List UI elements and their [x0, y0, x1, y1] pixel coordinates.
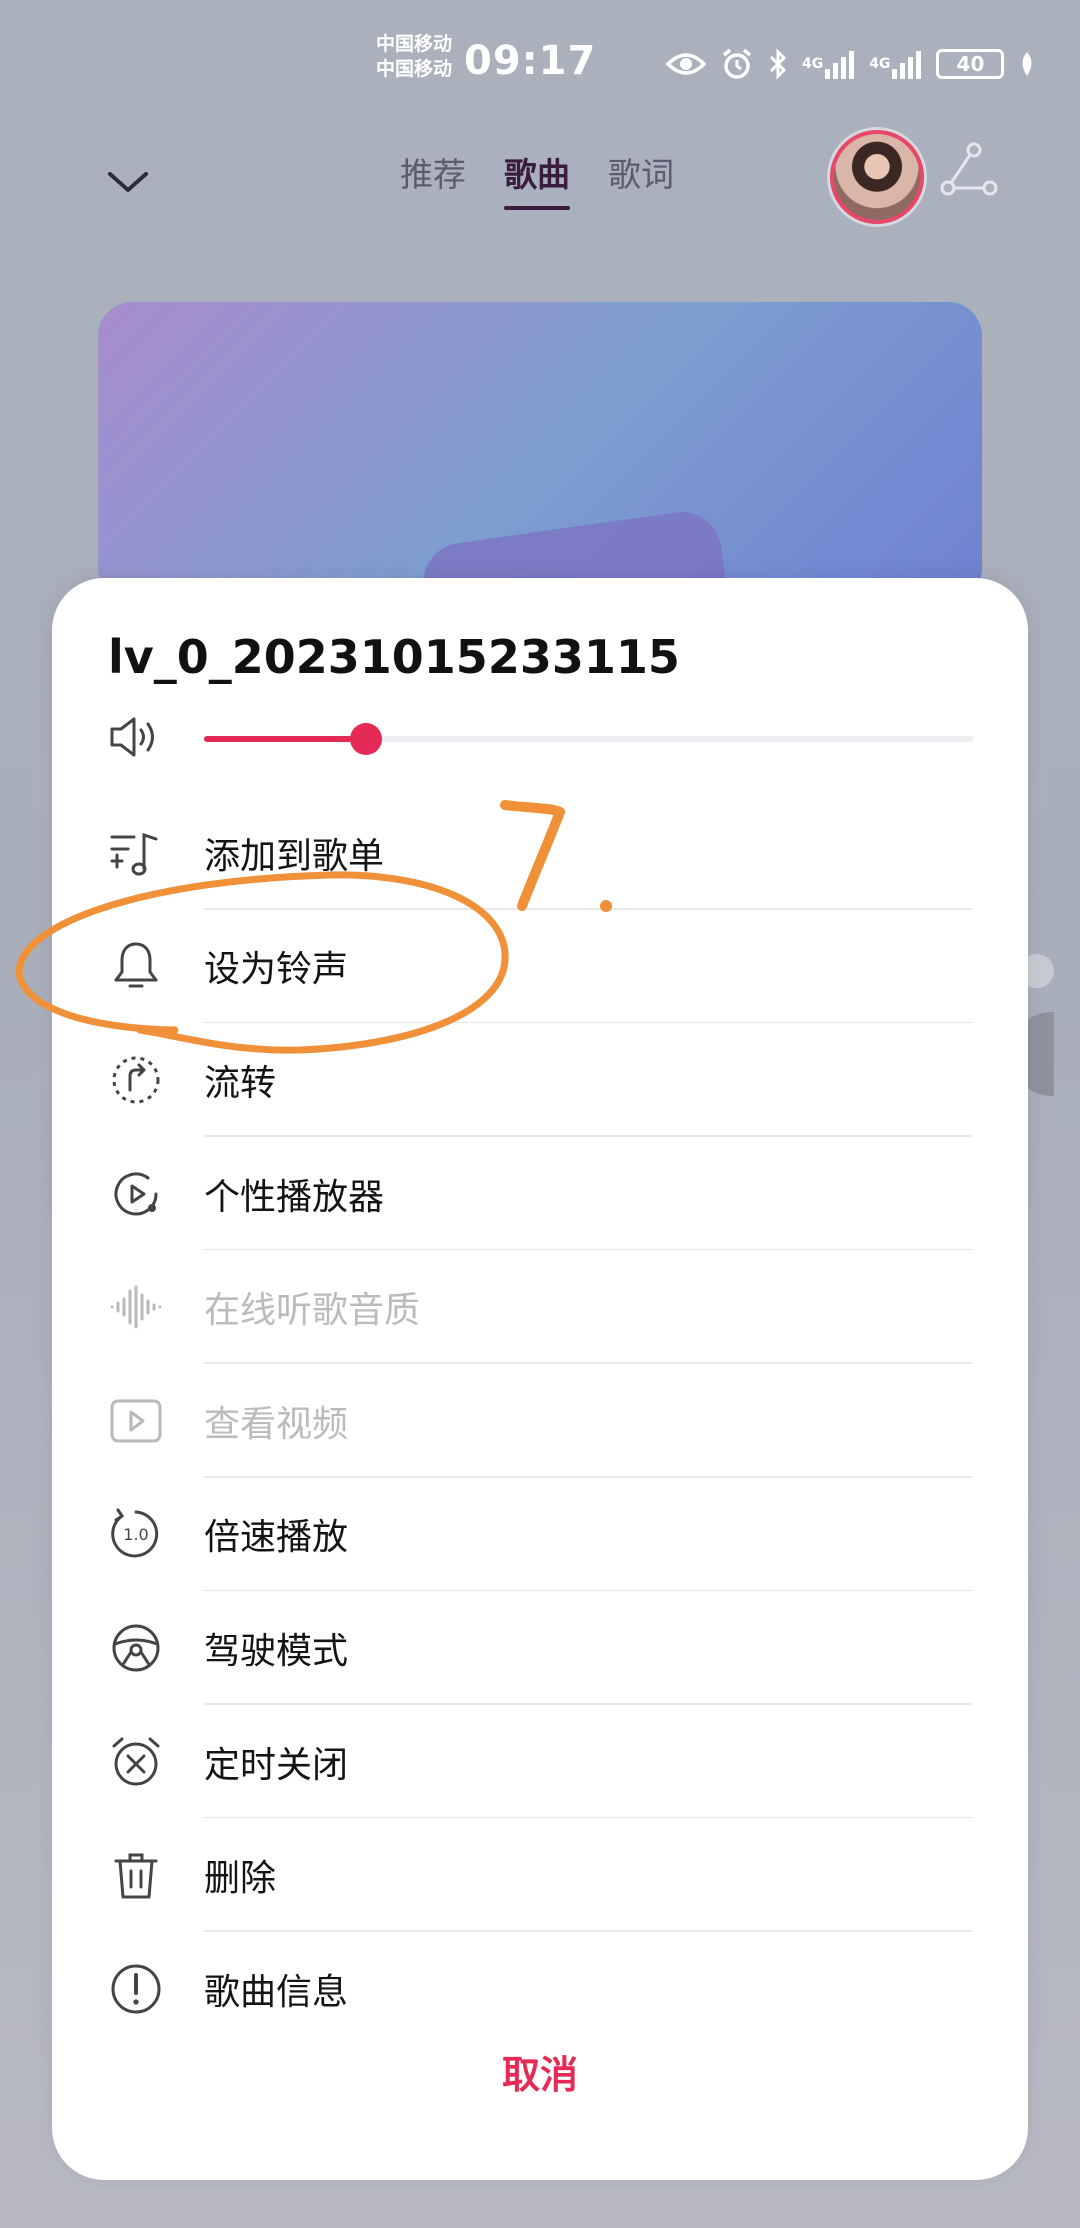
cancel-button[interactable]: 取消	[52, 2044, 1028, 2099]
chevron-down-icon[interactable]	[104, 158, 152, 206]
share-icon[interactable]	[938, 140, 998, 200]
volume-slider-fill	[204, 736, 366, 742]
menu-item-transfer[interactable]: 流转	[52, 1023, 1028, 1137]
album-art	[98, 302, 982, 602]
menu-item-audio-quality: 在线听歌音质	[52, 1250, 1028, 1364]
menu-item-label: 个性播放器	[204, 1176, 385, 1218]
menu-item-custom-player[interactable]: 个性播放器	[52, 1137, 1028, 1251]
menu-item-sleep-timer[interactable]: 定时关闭	[52, 1705, 1028, 1819]
song-title: lv_0_20231015233115	[108, 630, 680, 684]
add-to-playlist-icon	[110, 832, 158, 876]
custom-player-icon	[114, 1172, 158, 1215]
menu-item-label: 设为铃声	[204, 949, 349, 991]
menu-item-set-ringtone[interactable]: 设为铃声	[52, 910, 1028, 1024]
menu-item-add-to-playlist[interactable]: 添加到歌单	[52, 796, 1028, 910]
menu-item-label: 添加到歌单	[204, 835, 385, 877]
status-bar: 中国移动 中国移动 09:17 4G 4G 40	[0, 0, 1080, 130]
carrier-2: 中国移动	[376, 58, 453, 80]
menu-item-label: 歌曲信息	[204, 1971, 349, 2013]
leaf-icon	[1018, 50, 1036, 78]
sound-wave-icon	[110, 1285, 162, 1329]
status-icons: 4G 4G 40	[666, 44, 1036, 84]
options-menu: 添加到歌单 设为铃声 流转 个性播放器 在线听歌音质 查看视频 1.0 倍速播放…	[52, 796, 1028, 2046]
more-options-sheet: lv_0_20231015233115 添加到歌单 设为铃声 流转 个性播放器	[52, 578, 1028, 2180]
menu-item-song-info[interactable]: 歌曲信息	[52, 1932, 1028, 2046]
tab-recommend[interactable]: 推荐	[400, 148, 466, 210]
tab-lyrics[interactable]: 歌词	[608, 148, 674, 210]
menu-item-label: 查看视频	[204, 1403, 349, 1445]
tab-song[interactable]: 歌曲	[504, 148, 570, 210]
volume-slider[interactable]	[204, 723, 974, 755]
alarm-icon	[720, 47, 754, 81]
clock: 09:17	[464, 38, 597, 84]
volume-icon	[110, 717, 154, 757]
signal-2: 4G	[869, 49, 922, 79]
menu-item-label: 在线听歌音质	[204, 1290, 421, 1332]
eye-icon	[666, 50, 706, 78]
menu-item-label: 倍速播放	[204, 1517, 349, 1559]
menu-item-delete[interactable]: 删除	[52, 1818, 1028, 1932]
speed-badge: 1.0	[123, 1525, 148, 1544]
menu-item-label: 删除	[204, 1858, 277, 1900]
volume-slider-thumb[interactable]	[349, 723, 382, 755]
cast-transfer-icon	[112, 1056, 160, 1104]
playback-speed-icon: 1.0	[111, 1508, 159, 1558]
video-icon	[110, 1399, 162, 1443]
signal-1: 4G	[802, 49, 855, 79]
bluetooth-icon	[768, 48, 788, 80]
menu-item-driving-mode[interactable]: 驾驶模式	[52, 1591, 1028, 1705]
steering-wheel-icon	[112, 1624, 160, 1672]
menu-item-label: 定时关闭	[204, 1744, 349, 1786]
trash-icon	[114, 1853, 158, 1899]
menu-item-label: 流转	[204, 1062, 277, 1104]
carrier-labels: 中国移动 中国移动	[376, 32, 452, 82]
menu-item-playback-speed[interactable]: 1.0 倍速播放	[52, 1478, 1028, 1592]
top-nav: 推荐 歌曲 歌词	[0, 130, 1080, 240]
carrier-1: 中国移动	[376, 33, 453, 55]
bell-icon	[114, 942, 158, 988]
battery-indicator: 40	[936, 49, 1005, 79]
avatar[interactable]	[830, 130, 924, 224]
info-icon	[111, 1964, 161, 2014]
menu-item-label: 驾驶模式	[204, 1630, 349, 1672]
menu-item-view-video: 查看视频	[52, 1364, 1028, 1478]
tab-bar: 推荐 歌曲 歌词	[400, 148, 674, 210]
sleep-timer-icon	[112, 1737, 160, 1786]
